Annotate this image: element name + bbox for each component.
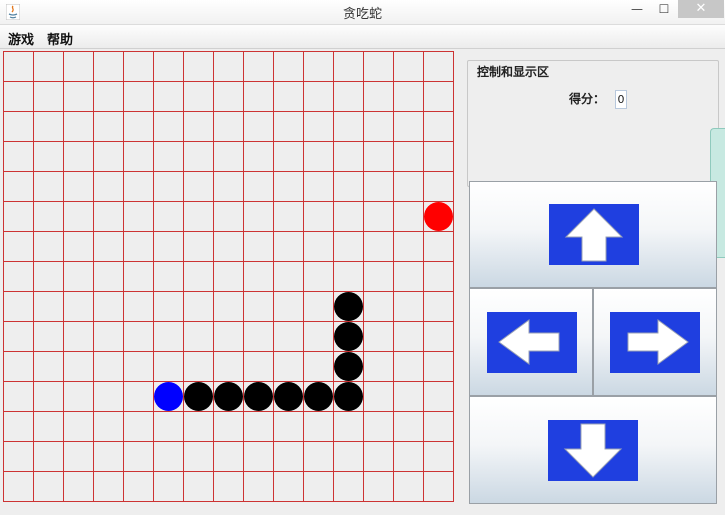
menu-bar: 游戏 帮助	[0, 25, 725, 49]
control-display-group: 控制和显示区 得分： 0	[467, 60, 719, 187]
score-field: 0	[615, 90, 627, 109]
snake-body-segment	[214, 382, 243, 411]
down-button[interactable]	[469, 396, 717, 504]
arrow-left-icon	[487, 312, 577, 373]
up-button[interactable]	[469, 181, 717, 288]
maximize-button[interactable]: ☐	[651, 0, 677, 18]
arrow-down-icon	[548, 420, 638, 481]
window-title: 贪吃蛇	[342, 7, 382, 22]
snake-body-segment	[184, 382, 213, 411]
minimize-button[interactable]: —	[624, 0, 650, 18]
menu-help[interactable]: 帮助	[47, 29, 73, 48]
score-label: 得分：	[569, 92, 606, 106]
snake-body-segment	[274, 382, 303, 411]
board-background	[3, 51, 454, 502]
arrow-up-icon	[549, 204, 639, 265]
snake-body-segment	[334, 292, 363, 321]
right-button[interactable]	[593, 288, 717, 396]
snake-body-segment	[244, 382, 273, 411]
snake-body-segment	[334, 352, 363, 381]
game-board	[3, 51, 454, 502]
arrow-right-icon	[610, 312, 700, 373]
snake-body-segment	[304, 382, 333, 411]
group-title: 控制和显示区	[474, 63, 553, 80]
left-button[interactable]	[469, 288, 593, 396]
menu-game[interactable]: 游戏	[8, 29, 34, 48]
close-button[interactable]: ✕	[678, 0, 724, 18]
snake-head	[154, 382, 183, 411]
snake-body-segment	[334, 322, 363, 351]
title-bar: 贪吃蛇 — ☐ ✕	[0, 0, 725, 25]
snake-body-segment	[334, 382, 363, 411]
food	[424, 202, 453, 231]
